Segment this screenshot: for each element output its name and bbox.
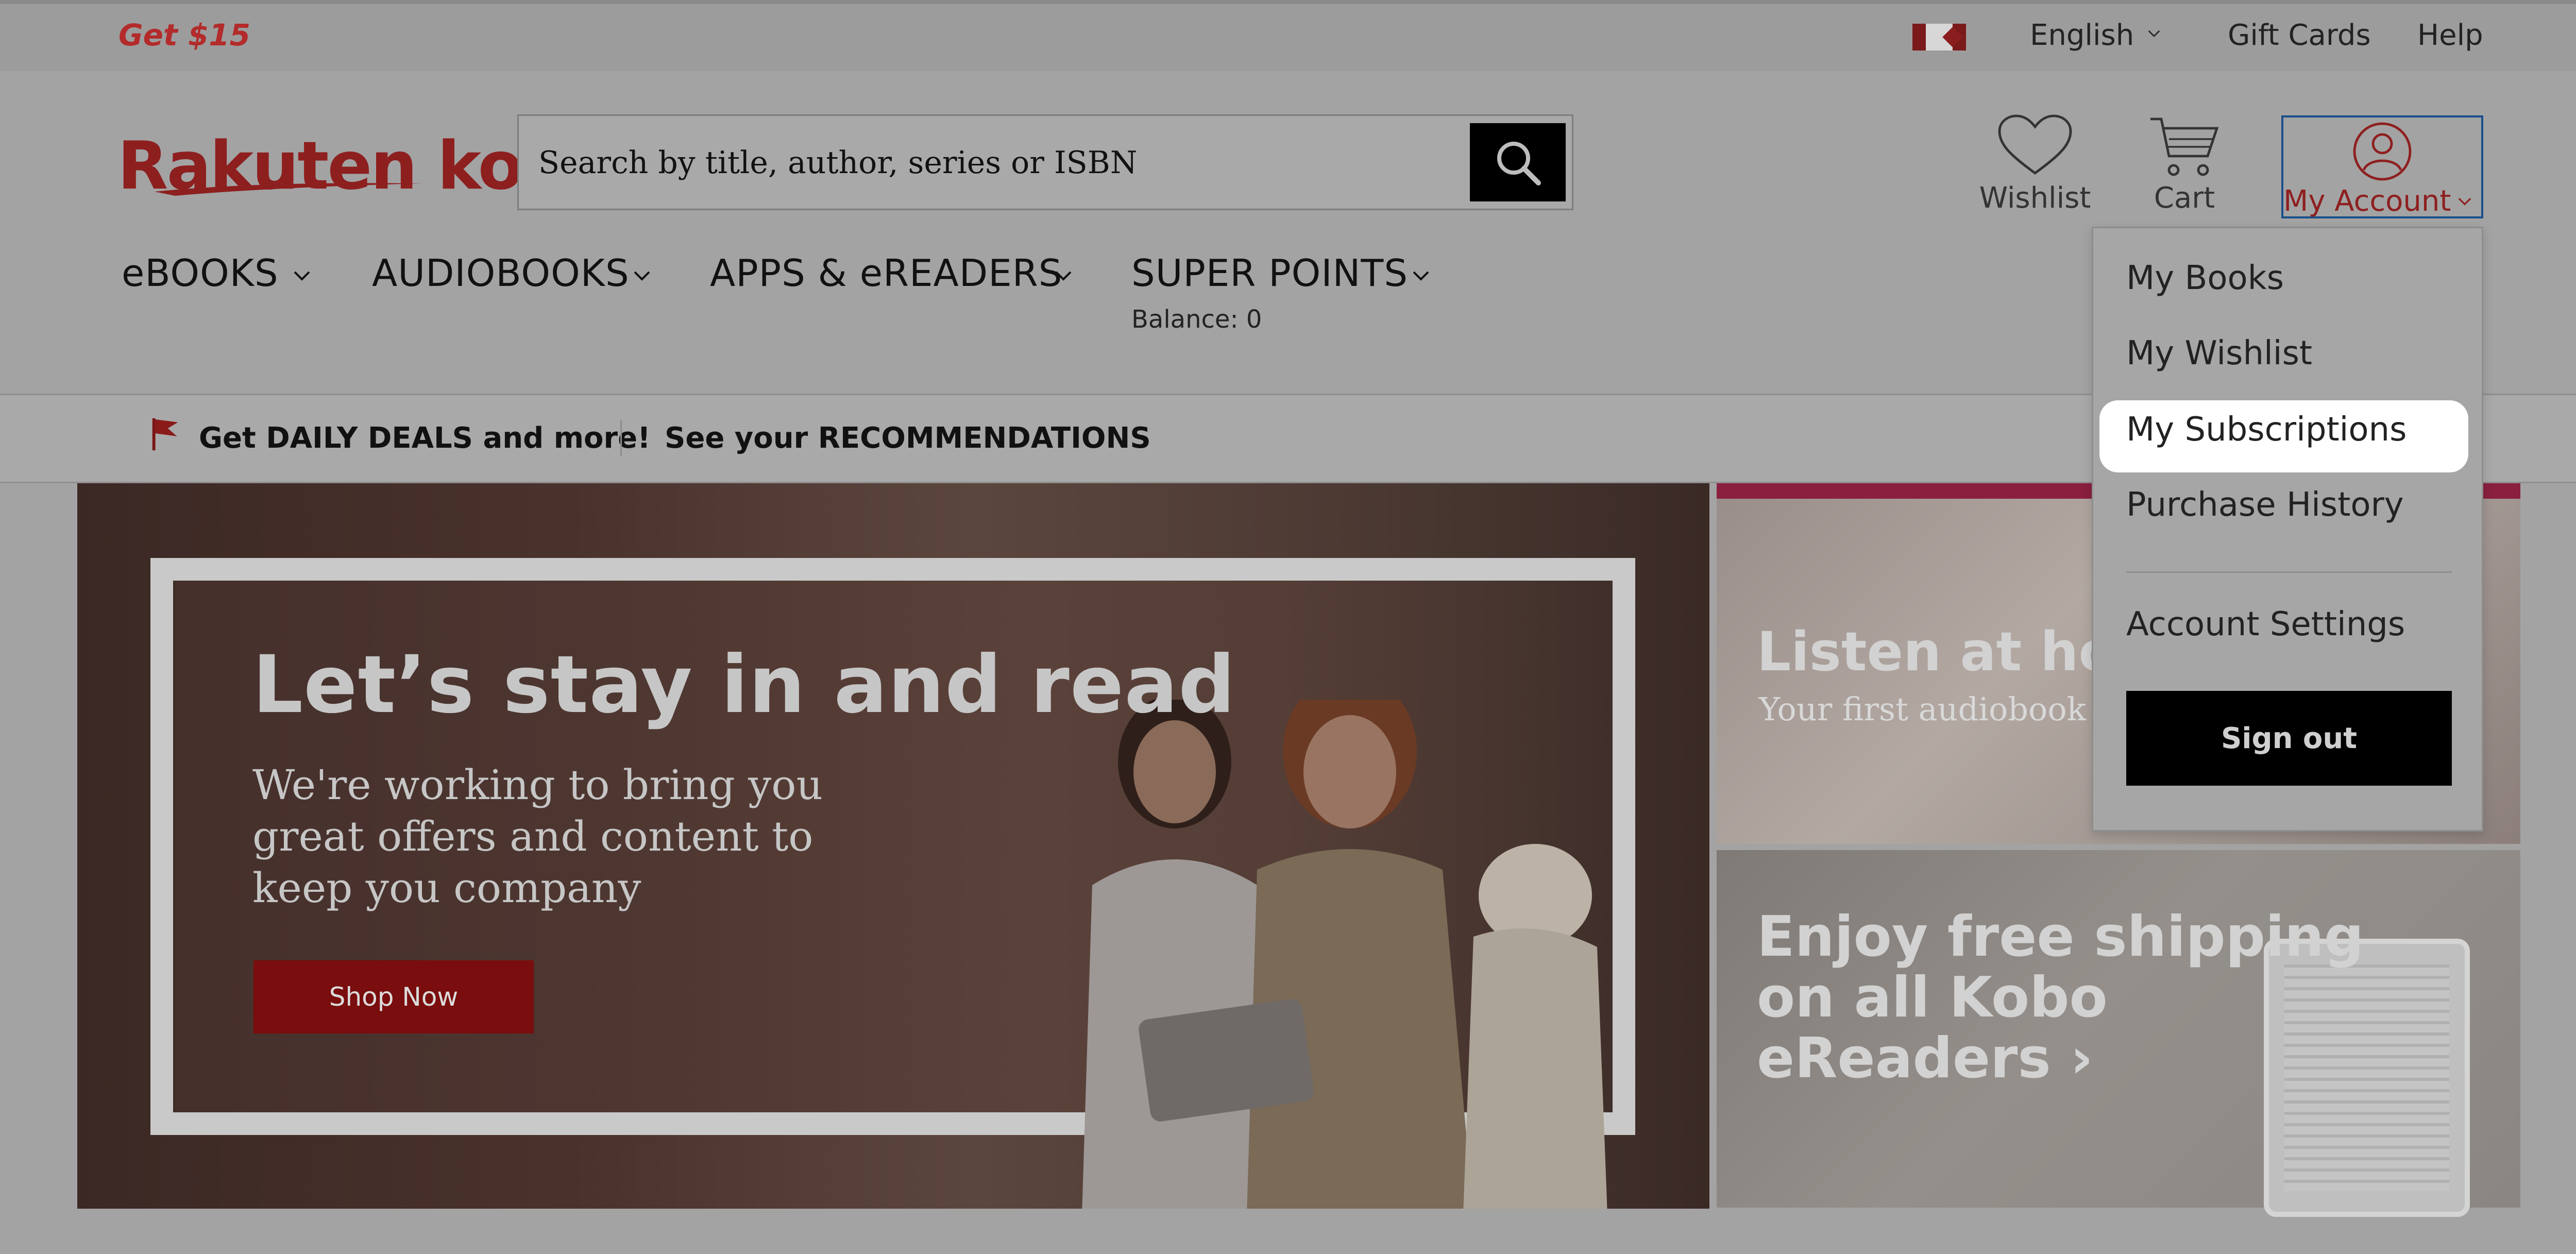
menu-item-account-settings[interactable]: Account Settings — [2126, 605, 2405, 643]
shop-now-button[interactable]: Shop Now — [253, 960, 534, 1033]
heart-icon — [1998, 114, 2072, 175]
menu-item-my-subscriptions[interactable]: My Subscriptions — [2126, 411, 2406, 449]
cart-label: Cart — [2154, 181, 2215, 215]
nav-ebooks[interactable]: eBOOKS — [122, 251, 279, 295]
my-account-label: My Account — [2283, 184, 2451, 218]
language-selector[interactable]: English — [2030, 19, 2134, 52]
nav-apps-ereaders[interactable]: APPS & eREADERS — [710, 251, 1062, 295]
search-icon — [1497, 142, 1541, 185]
audiobook-promo-subtitle: Your first audiobook — [1759, 690, 2087, 728]
chevron-down-icon[interactable] — [1053, 266, 1074, 286]
flag-icon — [152, 418, 178, 451]
hero-photo-illustration — [1082, 700, 1607, 1209]
chevron-down-icon[interactable] — [632, 266, 652, 286]
search-button[interactable] — [1470, 123, 1566, 201]
audiobook-promo-title: Listen at hor — [1757, 620, 2142, 683]
canada-flag-icon[interactable] — [1912, 24, 1966, 50]
menu-divider — [2126, 571, 2452, 573]
menu-item-my-wishlist[interactable]: My Wishlist — [2126, 334, 2312, 372]
menu-item-purchase-history[interactable]: Purchase History — [2126, 486, 2404, 524]
recommendations-link[interactable]: See your RECOMMENDATIONS — [665, 421, 1151, 455]
my-account-button[interactable]: My Account — [2281, 115, 2483, 218]
chevron-down-icon[interactable] — [2147, 27, 2161, 40]
wishlist-label: Wishlist — [1979, 181, 2091, 215]
cart-button[interactable]: Cart — [2138, 114, 2231, 217]
cart-icon — [2150, 117, 2219, 176]
account-dropdown-menu: My Books My Wishlist My Subscriptions Pu… — [2092, 227, 2483, 832]
daily-deals-link[interactable]: Get DAILY DEALS and more! — [199, 421, 651, 455]
nav-super-points[interactable]: SUPER POINTS — [1131, 251, 1408, 295]
chevron-down-icon[interactable] — [292, 266, 312, 286]
search-input[interactable] — [537, 131, 1456, 194]
help-link[interactable]: Help — [2417, 19, 2483, 52]
shipping-promo-title: Enjoy free shipping on all Kobo eReaders… — [1757, 905, 2364, 1091]
chevron-down-icon — [2458, 198, 2471, 206]
search-bar — [517, 114, 1573, 210]
user-icon — [2353, 122, 2412, 181]
logo-swoosh-icon — [155, 183, 422, 196]
chevron-down-icon[interactable] — [1411, 266, 1431, 286]
sign-out-button[interactable]: Sign out — [2126, 691, 2452, 786]
divider — [620, 420, 622, 456]
wishlist-button[interactable]: Wishlist — [1973, 114, 2097, 217]
top-utility-bar — [0, 0, 2576, 71]
promo-link[interactable]: Get $15 — [118, 18, 250, 53]
hero-title: Let’s stay in and read — [252, 639, 1236, 731]
hero-subtitle: We're working to bring you great offers … — [252, 761, 823, 912]
menu-item-my-books[interactable]: My Books — [2126, 259, 2284, 297]
gift-cards-link[interactable]: Gift Cards — [2228, 19, 2371, 52]
points-balance: Balance: 0 — [1131, 305, 1262, 334]
nav-audiobooks[interactable]: AUDIOBOOKS — [372, 251, 630, 295]
